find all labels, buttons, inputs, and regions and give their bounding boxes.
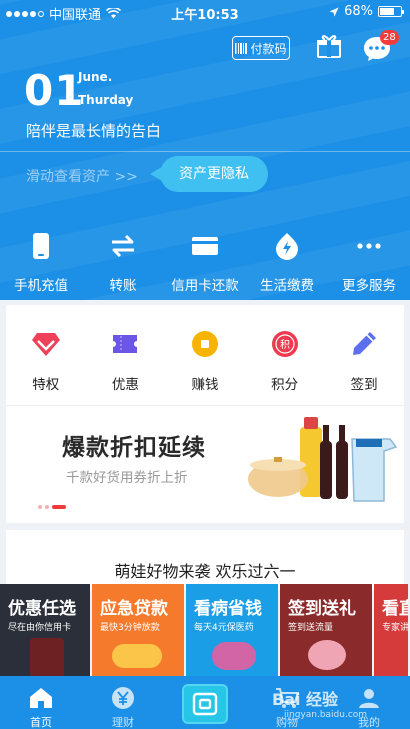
perk-label: 优惠 [111, 377, 139, 393]
points-mark: 积 [280, 339, 290, 351]
barcode-icon [235, 42, 248, 54]
tab-label: 首页 [30, 716, 52, 729]
piggy-bank-image [308, 640, 346, 670]
promo-tile-subtitle: 专家讲 [382, 623, 408, 633]
pager-dot [38, 505, 42, 509]
message-badge: 28 [380, 30, 399, 45]
pencil-icon [353, 332, 377, 355]
banner-pager [38, 505, 66, 509]
promo-title[interactable]: 萌娃好物来袭 欢乐过六一 [0, 558, 410, 582]
pay-code-button[interactable]: 付款码 [232, 36, 290, 60]
perk-privilege[interactable]: 特权 [6, 327, 86, 393]
quick-action-transfer[interactable]: 转账 [82, 226, 164, 294]
quick-action-label: 生活缴费 [260, 278, 314, 294]
quick-action-label: 转账 [109, 278, 137, 294]
tab-label: 理财 [112, 716, 134, 729]
scan-icon [192, 692, 218, 716]
pills-image [212, 642, 256, 670]
quick-action-more[interactable]: 更多服务 [328, 226, 410, 294]
tab-finance[interactable]: 理财 [82, 676, 164, 729]
quick-action-label: 手机充值 [14, 278, 68, 294]
watermark-logo: Bai 经验 [272, 690, 339, 709]
promo-tile-subtitle: 签到送流量 [288, 623, 334, 633]
drink-image [30, 638, 64, 676]
yen-icon [112, 687, 134, 709]
quick-action-credit-card[interactable]: 信用卡还款 [164, 226, 246, 294]
tab-mine[interactable]: 我的 [328, 676, 410, 729]
quick-action-label: 更多服务 [342, 278, 396, 294]
date-weekday: Thurday [78, 93, 134, 107]
pay-code-label: 付款码 [250, 41, 287, 56]
perks-card: 特权 优惠 赚钱 积 积分 签到 [6, 305, 404, 523]
banner-title[interactable]: 爆款折扣延续 [62, 428, 206, 462]
promo-tile-title: 看直 [382, 599, 408, 619]
tab-home[interactable]: 首页 [0, 676, 82, 729]
quick-action-utilities[interactable]: 生活缴费 [246, 226, 328, 294]
more-icon [357, 243, 381, 249]
lightning-icon [276, 233, 298, 260]
perk-label: 签到 [350, 377, 378, 393]
promo-tile-subtitle: 每天4元保医药 [194, 623, 254, 633]
perk-label: 积分 [271, 377, 299, 393]
diamond-icon [31, 333, 60, 356]
coupon-icon [113, 335, 138, 353]
promo-tile-loan[interactable]: 应急贷款 最快3分钟放款 [92, 584, 184, 676]
pager-dot [45, 505, 49, 509]
perk-label: 特权 [32, 377, 60, 393]
promo-tile-title: 看病省钱 [194, 599, 262, 619]
promo-tile-offers[interactable]: 优惠任选 尽在由你信用卡 [0, 584, 90, 676]
asset-hint[interactable]: 滑动查看资产 >> [26, 166, 138, 186]
date-month: June. [78, 70, 113, 84]
promo-tile-title: 签到送礼 [288, 599, 356, 619]
promo-tile-title: 应急贷款 [100, 599, 168, 619]
perk-checkin[interactable]: 签到 [324, 327, 404, 393]
perk-earn[interactable]: 赚钱 [165, 327, 245, 393]
battery-percent: 68% [344, 4, 373, 19]
promo-tiles: 优惠任选 尽在由你信用卡 应急贷款 最快3分钟放款 看病省钱 每天4元保医药 签… [0, 584, 410, 676]
privacy-button[interactable]: 资产更隐私 [150, 156, 268, 192]
perk-discount[interactable]: 优惠 [86, 327, 166, 393]
points-icon: 积 [271, 331, 298, 357]
phone-icon [33, 233, 49, 259]
quick-action-label: 信用卡还款 [171, 278, 239, 294]
divider [0, 151, 410, 152]
perk-points[interactable]: 积 积分 [245, 327, 325, 393]
status-bar: 中国联通 上午10:53 68% [0, 0, 410, 24]
promo-tile-title: 优惠任选 [8, 599, 76, 619]
banner-products-image[interactable] [244, 413, 404, 511]
scan-button[interactable] [182, 684, 228, 724]
home-icon [30, 688, 52, 708]
banner-subtitle: 千款好货用券折上折 [66, 470, 188, 486]
quick-action-mobile-recharge[interactable]: 手机充值 [0, 226, 82, 294]
transfer-icon [112, 235, 134, 257]
watermark-url: jingyan.baidu.com [284, 710, 368, 720]
battery-icon [378, 6, 404, 17]
promo-tile-health[interactable]: 看病省钱 每天4元保医药 [186, 584, 278, 676]
credit-card-icon [192, 237, 218, 255]
quick-actions: 手机充值 转账 信用卡还款 生活缴费 更多服务 [0, 226, 410, 294]
coins-image [112, 644, 162, 668]
promo-tile-subtitle: 最快3分钟放款 [100, 623, 160, 633]
promo-tile-checkin[interactable]: 签到送礼 签到送流量 [280, 584, 372, 676]
coin-icon [191, 331, 218, 357]
perk-label: 赚钱 [191, 377, 219, 393]
gift-icon[interactable] [316, 33, 342, 59]
location-icon [329, 7, 339, 16]
user-icon [359, 689, 379, 708]
date-day: 01 [24, 66, 85, 115]
card-divider [6, 405, 404, 406]
promo-tile-subtitle: 尽在由你信用卡 [8, 623, 72, 633]
slogan: 陪伴是最长情的告白 [26, 122, 162, 140]
pager-dot-active [52, 505, 66, 509]
header-area: 中国联通 上午10:53 68% 付款码 28 01 June. Thurday… [0, 0, 410, 300]
promo-tile-live[interactable]: 看直 专家讲 [374, 584, 408, 676]
